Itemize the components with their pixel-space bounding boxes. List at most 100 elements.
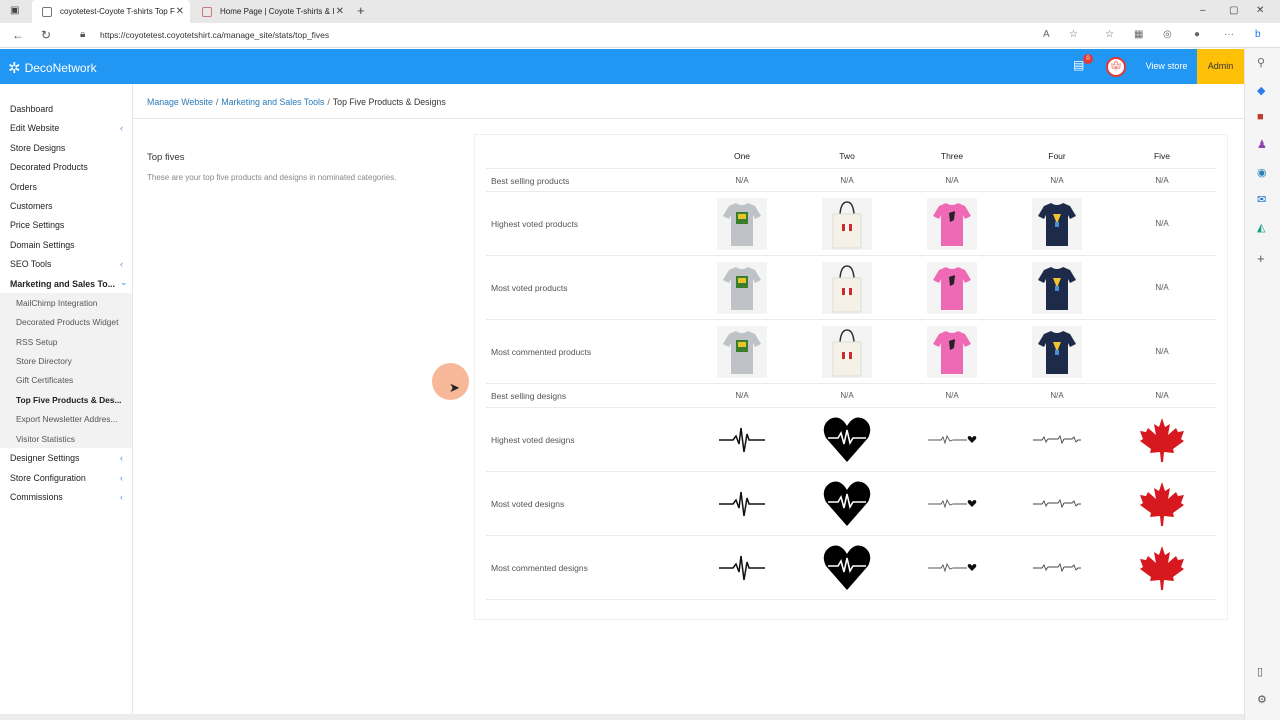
- breadcrumb-manage-website[interactable]: Manage Website: [147, 97, 213, 107]
- sidebar-subitem-top-five[interactable]: Top Five Products & Des...: [16, 395, 121, 405]
- extension-icon[interactable]: ◎: [1163, 29, 1172, 40]
- maple-leaf-thumbnail[interactable]: [1137, 542, 1187, 594]
- heartbeat-thin-thumbnail[interactable]: [1032, 478, 1082, 530]
- more-icon[interactable]: ···: [1224, 29, 1234, 40]
- grey-tshirt-thumbnail[interactable]: [717, 261, 767, 314]
- heartbeat-line-thumbnail[interactable]: [717, 478, 767, 530]
- sidebar-item-customers[interactable]: Customers: [10, 201, 53, 211]
- sidebar-item-marketing[interactable]: Marketing and Sales To...: [10, 279, 115, 289]
- sidebar-item-orders[interactable]: Orders: [10, 182, 37, 192]
- browser-tab[interactable]: Home Page | Coyote T-shirts & I ✕: [192, 0, 350, 23]
- navy-tshirt-thumbnail[interactable]: [1032, 261, 1082, 314]
- search-icon[interactable]: ⚲: [1257, 56, 1265, 69]
- sidebar-subitem-mailchimp[interactable]: MailChimp Integration: [16, 298, 97, 308]
- chevron-left-icon[interactable]: ‹: [120, 259, 123, 269]
- sidebar-subitem-visitor-statistics[interactable]: Visitor Statistics: [16, 434, 75, 444]
- tag-icon[interactable]: ◆: [1257, 84, 1265, 97]
- panel-icon[interactable]: ▯: [1257, 665, 1263, 678]
- column-header-five: Five: [1153, 151, 1171, 161]
- favorite-star-icon[interactable]: ☆: [1069, 29, 1078, 40]
- grey-tshirt-thumbnail[interactable]: [717, 325, 767, 378]
- sidebar-item-seo-tools[interactable]: SEO Tools: [10, 259, 51, 269]
- pink-tshirt-thumbnail[interactable]: [927, 197, 977, 250]
- row-divider: [486, 191, 1216, 192]
- sidebar-item-store-configuration[interactable]: Store Configuration: [10, 473, 86, 483]
- row-label: Most commented products: [491, 346, 592, 357]
- tab-actions-icon[interactable]: ▣: [10, 5, 19, 16]
- grey-tshirt-thumbnail[interactable]: [717, 197, 767, 250]
- horizontal-scrollbar[interactable]: [0, 714, 1244, 720]
- navy-tshirt-thumbnail[interactable]: [1032, 325, 1082, 378]
- maple-leaf-thumbnail[interactable]: [1137, 414, 1187, 466]
- tote-bag-thumbnail[interactable]: [822, 197, 872, 250]
- admin-button[interactable]: Admin: [1197, 49, 1244, 84]
- heartbeat-line-thumbnail[interactable]: [717, 542, 767, 594]
- sidebar-item-domain-settings[interactable]: Domain Settings: [10, 240, 75, 250]
- games-icon[interactable]: ♟: [1257, 138, 1267, 151]
- heartbeat-heart-thumbnail[interactable]: [822, 542, 872, 594]
- shopping-icon[interactable]: ◭: [1257, 221, 1265, 234]
- heartbeat-line-thumbnail[interactable]: [717, 414, 767, 466]
- refresh-icon[interactable]: ↻: [41, 28, 51, 42]
- pink-tshirt-thumbnail[interactable]: [927, 325, 977, 378]
- settings-gear-icon[interactable]: ⚙: [1257, 693, 1267, 706]
- sidebar-item-edit-website[interactable]: Edit Website: [10, 123, 59, 133]
- breadcrumb-marketing[interactable]: Marketing and Sales Tools: [221, 97, 324, 107]
- row-divider: [486, 319, 1216, 320]
- lock-icon[interactable]: 🔒︎: [80, 29, 85, 40]
- maple-leaf-thumbnail[interactable]: [1137, 478, 1187, 530]
- new-tab-icon[interactable]: +: [357, 3, 365, 18]
- close-icon[interactable]: ✕: [176, 6, 184, 17]
- read-aloud-icon[interactable]: A: [1043, 29, 1050, 40]
- favorites-icon[interactable]: ☆: [1105, 29, 1114, 40]
- pink-tshirt-thumbnail[interactable]: [927, 261, 977, 314]
- heartbeat-small-heart-thumbnail[interactable]: [927, 542, 977, 594]
- url-field[interactable]: https://coyotetest.coyotetshirt.ca/manag…: [100, 30, 329, 40]
- tote-bag-thumbnail[interactable]: [822, 261, 872, 314]
- tote-bag-thumbnail[interactable]: [822, 325, 872, 378]
- chevron-down-icon[interactable]: ⌄: [120, 277, 128, 288]
- profile-icon[interactable]: ●: [1194, 29, 1200, 40]
- back-icon[interactable]: ←: [12, 28, 24, 42]
- canada-flag-icon[interactable]: 🍁︎: [1106, 57, 1126, 77]
- chevron-left-icon[interactable]: ‹: [120, 492, 123, 502]
- collections-icon[interactable]: ▦: [1134, 29, 1143, 40]
- close-window-icon[interactable]: ✕: [1256, 5, 1264, 16]
- sidebar-item-commissions[interactable]: Commissions: [10, 492, 63, 502]
- sidebar-subitem-store-directory[interactable]: Store Directory: [16, 356, 72, 366]
- mouse-pointer-icon: ➤: [449, 380, 460, 395]
- sidebar-item-price-settings[interactable]: Price Settings: [10, 220, 64, 230]
- office-icon[interactable]: ◉: [1257, 166, 1267, 179]
- close-icon[interactable]: ✕: [336, 6, 344, 17]
- page-icon: [42, 6, 52, 17]
- minimize-icon[interactable]: –: [1200, 5, 1206, 16]
- maximize-icon[interactable]: ▢: [1229, 5, 1238, 16]
- sidebar-item-decorated-products[interactable]: Decorated Products: [10, 162, 88, 172]
- navy-tshirt-thumbnail[interactable]: [1032, 197, 1082, 250]
- sidebar-subitem-export-newsletter[interactable]: Export Newsletter Addres...: [16, 414, 117, 424]
- browser-tab-active[interactable]: coyotetest-Coyote T-shirts Top F ✕: [32, 0, 190, 23]
- heartbeat-heart-thumbnail[interactable]: [822, 414, 872, 466]
- add-icon[interactable]: +: [1257, 251, 1265, 266]
- header-divider: [486, 168, 1216, 169]
- outlook-icon[interactable]: ✉: [1257, 193, 1266, 206]
- heartbeat-thin-thumbnail[interactable]: [1032, 414, 1082, 466]
- chevron-left-icon[interactable]: ‹: [120, 473, 123, 483]
- sidebar-subitem-products-widget[interactable]: Decorated Products Widget: [16, 317, 118, 327]
- view-store-button[interactable]: View store: [1136, 49, 1197, 84]
- chevron-left-icon[interactable]: ‹: [120, 453, 123, 463]
- heartbeat-thin-thumbnail[interactable]: [1032, 542, 1082, 594]
- heartbeat-heart-thumbnail[interactable]: [822, 478, 872, 530]
- bing-icon[interactable]: b: [1255, 29, 1261, 40]
- sidebar-item-store-designs[interactable]: Store Designs: [10, 143, 65, 153]
- deconetwork-logo[interactable]: ✲ DecoNetwork: [8, 59, 97, 77]
- sidebar-subitem-rss[interactable]: RSS Setup: [16, 337, 57, 347]
- sidebar-subitem-gift-certificates[interactable]: Gift Certificates: [16, 375, 73, 385]
- heartbeat-small-heart-thumbnail[interactable]: [927, 478, 977, 530]
- page-description: These are your top five products and des…: [147, 173, 397, 182]
- toolbox-icon[interactable]: ■: [1257, 111, 1264, 123]
- sidebar-item-designer-settings[interactable]: Designer Settings: [10, 453, 79, 463]
- heartbeat-small-heart-thumbnail[interactable]: [927, 414, 977, 466]
- chevron-left-icon[interactable]: ‹: [120, 123, 123, 133]
- sidebar-item-dashboard[interactable]: Dashboard: [10, 104, 53, 114]
